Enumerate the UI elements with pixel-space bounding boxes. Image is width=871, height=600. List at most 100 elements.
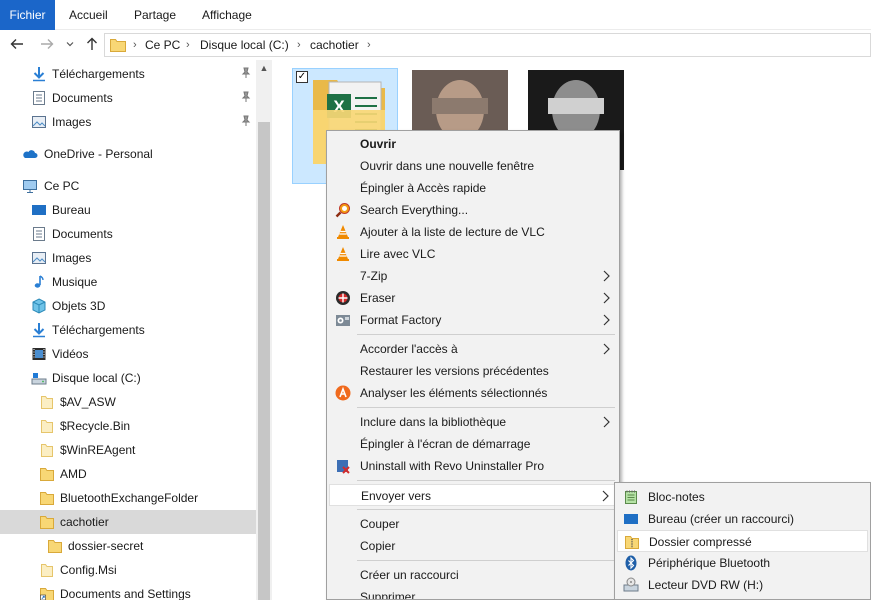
nav-item-documents-pinned[interactable]: Documents — [0, 86, 256, 110]
nav-item-bureau[interactable]: Bureau — [0, 198, 256, 222]
menu-item-creer-raccourci[interactable]: Créer un raccourci — [329, 564, 617, 586]
up-arrow-icon — [87, 37, 97, 50]
nav-item-objets-3d[interactable]: Objets 3D — [0, 294, 256, 318]
bluetooth-icon — [625, 555, 637, 571]
drive-icon — [31, 373, 47, 385]
back-button[interactable] — [6, 30, 28, 60]
menu-item-label: Search Everything... — [360, 203, 469, 217]
selection-checkbox[interactable]: ✓ — [296, 71, 308, 83]
download-icon — [33, 67, 45, 82]
menu-item-copier[interactable]: Copier — [329, 535, 617, 557]
menu-item-analyser[interactable]: Analyser les éléments sélectionnés — [329, 382, 617, 404]
scroll-up-arrow-icon[interactable]: ▲ — [256, 60, 272, 76]
nav-item-images[interactable]: Images — [0, 246, 256, 270]
pin-icon[interactable] — [240, 115, 252, 127]
menu-item-format-factory[interactable]: Format Factory — [329, 309, 617, 331]
breadcrumb-ce-pc[interactable]: Ce PC — [145, 34, 180, 56]
send-to-bluetooth[interactable]: Périphérique Bluetooth — [617, 552, 868, 574]
nav-item-label: Disque local (C:) — [52, 371, 141, 385]
menu-item-label: Uninstall with Revo Uninstaller Pro — [360, 459, 545, 473]
nav-item-documents-and-settings[interactable]: Documents and Settings — [0, 582, 256, 600]
nav-item-ce-pc[interactable]: Ce PC — [0, 174, 256, 198]
nav-item-disque-local[interactable]: Disque local (C:) — [0, 366, 256, 390]
menu-item-epingler-acces-rapide[interactable]: Épingler à Accès rapide — [329, 177, 617, 199]
folder-icon — [41, 396, 53, 409]
nav-item-musique[interactable]: Musique — [0, 270, 256, 294]
nav-item-cachotier[interactable]: cachotier — [0, 510, 256, 534]
menu-item-restaurer-versions[interactable]: Restaurer les versions précédentes — [329, 360, 617, 382]
menu-item-revo-uninstaller[interactable]: Uninstall with Revo Uninstaller Pro — [329, 455, 617, 477]
menu-item-label: Créer un raccourci — [360, 568, 459, 582]
vlc-icon — [337, 225, 349, 239]
music-icon — [34, 275, 44, 288]
nav-item-label: Ce PC — [44, 179, 80, 193]
menu-item-inclure-bibliotheque[interactable]: Inclure dans la bibliothèque — [329, 411, 617, 433]
tab-affichage[interactable]: Affichage — [202, 0, 252, 30]
nav-item-folder[interactable]: Config.Msi — [0, 558, 256, 582]
menu-item-couper[interactable]: Couper — [329, 513, 617, 535]
menu-item-search-everything[interactable]: Search Everything... — [329, 199, 617, 221]
nav-item-documents[interactable]: Documents — [0, 222, 256, 246]
tab-accueil[interactable]: Accueil — [69, 0, 108, 30]
menu-item-label: Couper — [360, 517, 400, 531]
nav-item-label: Bureau — [52, 203, 91, 217]
nav-item-label: $WinREAgent — [60, 443, 136, 457]
nav-item-folder[interactable]: $Recycle.Bin — [0, 414, 256, 438]
download-icon — [33, 323, 45, 338]
nav-item-label: BluetoothExchangeFolder — [60, 491, 199, 505]
send-to-dossier-compresse[interactable]: Dossier compressé — [617, 530, 868, 552]
send-to-dvd-drive[interactable]: Lecteur DVD RW (H:) — [617, 574, 868, 596]
menu-item-lire-vlc[interactable]: Lire avec VLC — [329, 243, 617, 265]
breadcrumb-separator[interactable]: › — [297, 34, 301, 56]
nav-item-folder[interactable]: $WinREAgent — [0, 438, 256, 462]
breadcrumb-separator[interactable]: › — [186, 34, 190, 56]
desktop-icon — [624, 514, 638, 524]
menu-item-label: Ouvrir dans une nouvelle fenêtre — [360, 159, 535, 173]
nav-item-label: Téléchargements — [52, 323, 145, 337]
send-to-bloc-notes[interactable]: Bloc-notes — [617, 486, 868, 508]
menu-item-label: Copier — [360, 539, 396, 553]
documents-icon — [33, 91, 45, 105]
nav-item-folder[interactable]: BluetoothExchangeFolder — [0, 486, 256, 510]
nav-item-onedrive[interactable]: OneDrive - Personal — [0, 142, 256, 166]
menu-item-ouvrir-nouvelle-fenetre[interactable]: Ouvrir dans une nouvelle fenêtre — [329, 155, 617, 177]
menu-item-accorder-acces[interactable]: Accorder l'accès à — [329, 338, 617, 360]
menu-item-envoyer-vers[interactable]: Envoyer vers — [329, 484, 617, 506]
pin-icon[interactable] — [240, 91, 252, 103]
breadcrumb-disque-local[interactable]: Disque local (C:) — [200, 34, 289, 56]
menu-item-ajouter-vlc[interactable]: Ajouter à la liste de lecture de VLC — [329, 221, 617, 243]
nav-item-label: AMD — [60, 467, 87, 481]
format-factory-icon — [336, 315, 350, 326]
menu-item-supprimer[interactable]: Supprimer — [329, 586, 617, 599]
submenu-item-label: Bloc-notes — [648, 490, 705, 504]
menu-item-epingler-demarrage[interactable]: Épingler à l'écran de démarrage — [329, 433, 617, 455]
breadcrumb-separator[interactable]: › — [367, 34, 371, 56]
nav-item-dossier-secret[interactable]: dossier-secret — [0, 534, 256, 558]
recent-locations-button[interactable] — [62, 30, 78, 60]
breadcrumb-cachotier[interactable]: cachotier — [310, 34, 359, 56]
videos-icon — [32, 348, 46, 360]
nav-item-folder[interactable]: $AV_ASW — [0, 390, 256, 414]
menu-item-7zip[interactable]: 7-Zip — [329, 265, 617, 287]
nav-item-telechargements[interactable]: Téléchargements — [0, 318, 256, 342]
nav-item-telechargements-pinned[interactable]: Téléchargements — [0, 62, 256, 86]
menu-item-ouvrir[interactable]: Ouvrir — [329, 133, 617, 155]
tab-partage[interactable]: Partage — [134, 0, 176, 30]
menu-separator — [357, 509, 615, 510]
nav-pane-scrollbar[interactable]: ▲ — [256, 60, 272, 600]
revo-icon — [337, 460, 350, 474]
tab-fichier[interactable]: Fichier — [0, 0, 55, 30]
address-bar[interactable]: › Ce PC › Disque local (C:) › cachotier … — [104, 33, 871, 57]
forward-button[interactable] — [36, 30, 58, 60]
nav-item-videos[interactable]: Vidéos — [0, 342, 256, 366]
menu-item-label: Inclure dans la bibliothèque — [360, 415, 507, 429]
menu-item-eraser[interactable]: Eraser — [329, 287, 617, 309]
pin-icon[interactable] — [240, 67, 252, 79]
send-to-bureau[interactable]: Bureau (créer un raccourci) — [617, 508, 868, 530]
scrollbar-thumb[interactable] — [258, 122, 270, 600]
menu-item-label: Envoyer vers — [361, 489, 432, 503]
up-button[interactable] — [82, 30, 102, 60]
nav-item-images-pinned[interactable]: Images — [0, 110, 256, 134]
nav-item-label: dossier-secret — [68, 539, 144, 553]
nav-item-folder[interactable]: AMD — [0, 462, 256, 486]
